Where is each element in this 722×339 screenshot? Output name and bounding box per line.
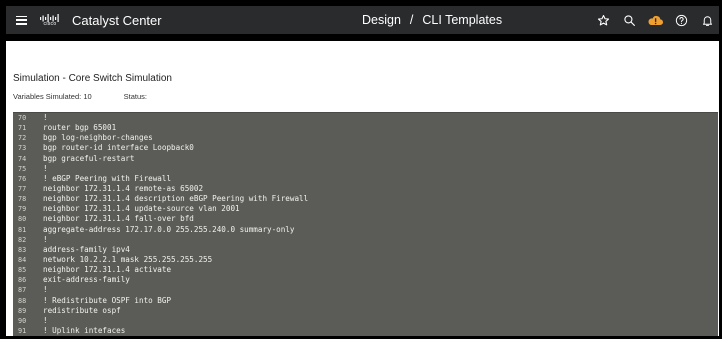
line-number: 80 <box>18 215 27 224</box>
code-text: neighbor 172.31.1.4 description eBGP Pee… <box>43 194 309 204</box>
menu-button[interactable] <box>6 6 36 34</box>
line-number: 91 <box>18 326 27 335</box>
breadcrumb-separator: / <box>409 13 414 27</box>
code-line: 81 aggregate-address 172.17.0.0 255.255.2… <box>13 225 718 235</box>
code-text: neighbor 172.31.1.4 fall-over bfd <box>43 214 194 224</box>
page-title: Simulation - Core Switch Simulation <box>13 73 172 84</box>
code-text: bgp log-neighbor-changes <box>43 133 153 143</box>
code-text: ! Uplink intefaces <box>43 325 126 335</box>
line-number: 83 <box>18 245 27 254</box>
line-number: 73 <box>18 144 27 153</box>
code-line: 72 bgp log-neighbor-changes <box>13 133 718 143</box>
code-text: ! <box>43 285 48 295</box>
line-number: 87 <box>18 286 27 295</box>
code-text: bgp router-id interface Loopback0 <box>43 143 194 153</box>
code-line: 78 neighbor 172.31.1.4 description eBGP P… <box>13 194 718 204</box>
line-number: 89 <box>18 306 27 315</box>
code-line: 87! <box>13 285 718 295</box>
help-icon[interactable] <box>673 12 690 29</box>
code-line: 89 redistribute ospf <box>13 306 718 316</box>
line-number: 77 <box>18 184 27 193</box>
code-text: neighbor 172.31.1.4 activate <box>43 265 172 275</box>
code-text: aggregate-address 172.17.0.0 255.255.240… <box>43 224 295 234</box>
cisco-logo[interactable]: cisco <box>38 12 62 28</box>
code-line: 84 network 10.2.2.1 mask 255.255.255.255 <box>13 255 718 265</box>
header-actions <box>595 6 716 34</box>
variables-simulated-label: Variables Simulated: 10 <box>13 92 92 101</box>
breadcrumb: Design / CLI Templates <box>362 6 502 34</box>
line-number: 86 <box>18 276 27 285</box>
line-number: 74 <box>18 154 27 163</box>
screen-frame: cisco Catalyst Center Design / CLI Templ… <box>0 0 722 339</box>
code-text: router bgp 65001 <box>43 123 117 133</box>
line-number: 76 <box>18 174 27 183</box>
line-number: 70 <box>18 114 27 122</box>
code-line: 90! <box>13 316 718 326</box>
code-editor[interactable]: 70! 71 router bgp 65001 72 bgp log-neighbor-… <box>13 112 718 336</box>
line-number: 82 <box>18 235 27 244</box>
search-icon[interactable] <box>621 12 638 29</box>
code-text: address-family ipv4 <box>43 244 130 254</box>
breadcrumb-design[interactable]: Design <box>362 13 401 27</box>
line-number: 79 <box>18 205 27 214</box>
code-text: ! <box>43 234 48 244</box>
header-divider <box>6 34 719 41</box>
code-text: neighbor 172.31.1.4 remote-as 65002 <box>43 183 204 193</box>
logo-wordmark: cisco <box>43 20 57 27</box>
code-line: 85 neighbor 172.31.1.4 activate <box>13 265 718 275</box>
breadcrumb-cli-templates: CLI Templates <box>422 13 503 27</box>
code-text: exit-address-family <box>43 275 130 285</box>
code-line: 80 neighbor 172.31.1.4 fall-over bfd <box>13 214 718 224</box>
app-title[interactable]: Catalyst Center <box>72 13 162 28</box>
line-number: 72 <box>18 134 27 143</box>
code-line: 71 router bgp 65001 <box>13 123 718 133</box>
line-number: 88 <box>18 296 27 305</box>
code-line: 91 ! Uplink intefaces <box>13 326 718 336</box>
code-line: 86 exit-address-family <box>13 275 718 285</box>
code-text: ! Redistribute OSPF into BGP <box>43 295 172 305</box>
code-text: bgp graceful-restart <box>43 153 135 163</box>
code-line: 77 neighbor 172.31.1.4 remote-as 65002 <box>13 184 718 194</box>
hamburger-icon <box>15 15 27 25</box>
top-navigation-bar: cisco Catalyst Center Design / CLI Templ… <box>6 6 719 34</box>
line-number: 78 <box>18 195 27 204</box>
code-text: ! <box>43 113 48 122</box>
line-number: 75 <box>18 164 27 173</box>
code-line: 75! <box>13 164 718 174</box>
code-text: neighbor 172.31.1.4 update-source vlan 2… <box>43 204 240 214</box>
star-icon[interactable] <box>595 12 612 29</box>
bell-icon[interactable] <box>699 12 716 29</box>
code-line: 82! <box>13 235 718 245</box>
code-text: ! <box>43 315 48 325</box>
code-text: redistribute ospf <box>43 305 121 315</box>
code-line: 79 neighbor 172.31.1.4 update-source vlan… <box>13 204 718 214</box>
code-line: 83 address-family ipv4 <box>13 245 718 255</box>
code-text: ! eBGP Peering with Firewall <box>43 173 172 183</box>
cloud-alert-icon[interactable] <box>647 12 664 29</box>
code-line: 70! <box>13 113 718 123</box>
line-number: 84 <box>18 255 27 264</box>
code-line: 88 ! Redistribute OSPF into BGP <box>13 296 718 306</box>
line-number: 85 <box>18 266 27 275</box>
line-number: 81 <box>18 225 27 234</box>
simulation-meta: Variables Simulated: 10 Status: <box>13 92 147 101</box>
code-line: 73 bgp router-id interface Loopback0 <box>13 143 718 153</box>
line-number: 71 <box>18 124 27 133</box>
line-number: 90 <box>18 316 27 325</box>
code-line: 76 ! eBGP Peering with Firewall <box>13 174 718 184</box>
status-label: Status: <box>123 92 148 101</box>
code-line: 74 bgp graceful-restart <box>13 154 718 164</box>
code-text: network 10.2.2.1 mask 255.255.255.255 <box>43 254 213 264</box>
main-content: Simulation - Core Switch Simulation Vari… <box>6 41 719 336</box>
code-text: ! <box>43 163 48 173</box>
